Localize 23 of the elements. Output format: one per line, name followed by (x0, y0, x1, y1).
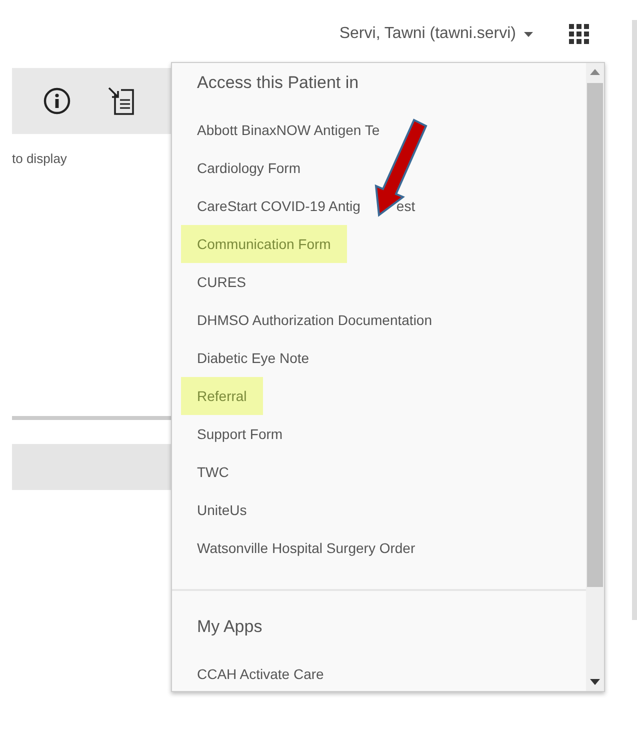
menu-item[interactable]: CareStart COVID-19 Antig (181, 187, 376, 225)
menu-item-text: est (396, 198, 416, 214)
scroll-down-icon[interactable] (590, 679, 600, 685)
menu-item[interactable]: Watsonville Hospital Surgery Order (181, 529, 432, 567)
section-heading: My Apps (196, 617, 262, 638)
menu-item[interactable]: UniteUs (181, 491, 263, 529)
user-menu-button[interactable]: Servi, Tawni (tawni.servi) (339, 25, 533, 43)
info-icon[interactable] (43, 87, 71, 115)
menu-item[interactable]: Cardiology Form (181, 149, 316, 187)
app-grid-icon[interactable] (569, 24, 589, 44)
menu-item[interactable]: TWC (181, 453, 245, 491)
menu-item[interactable]: CCAH Activate Care (181, 655, 340, 693)
menu-item[interactable]: Diabetic Eye Note (181, 339, 326, 377)
scroll-up-icon[interactable] (590, 69, 600, 75)
section-heading: Access this Patient in (196, 73, 359, 94)
empty-message: to display (12, 151, 67, 166)
menu-item[interactable]: DHMSO Authorization Documentation (181, 301, 448, 339)
scrollbar[interactable] (586, 63, 604, 691)
caret-icon (524, 32, 533, 36)
document-import-icon[interactable] (107, 86, 135, 116)
menu-item[interactable]: Abbott BinaxNOW Antigen Te (181, 111, 396, 149)
menu-item[interactable]: CURES (181, 263, 262, 301)
menu-item[interactable]: Support Form (181, 415, 299, 453)
